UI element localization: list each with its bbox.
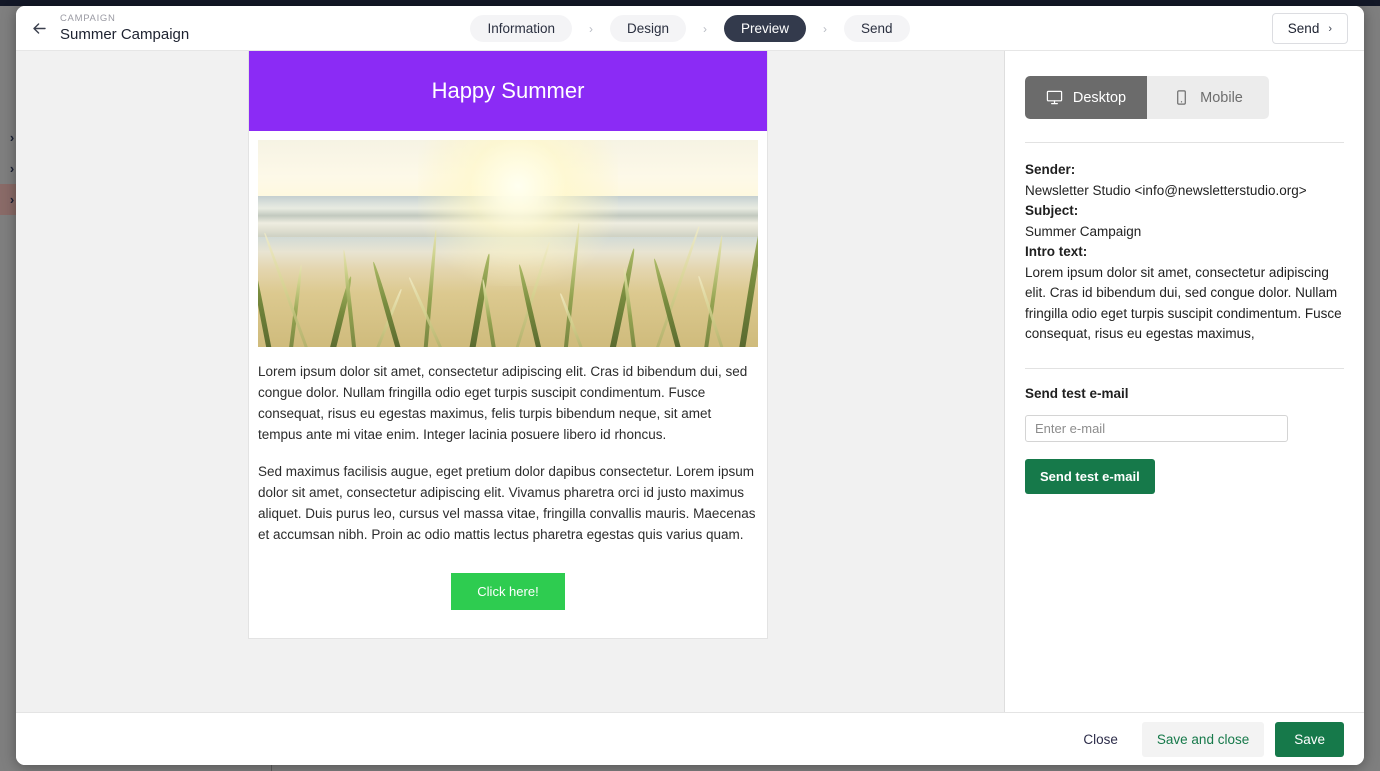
subject-value: Summer Campaign — [1025, 223, 1142, 239]
monitor-icon — [1046, 89, 1063, 106]
campaign-kicker: CAMPAIGN — [60, 13, 116, 25]
send-button-label: Send — [1287, 21, 1320, 36]
breadcrumb-separator: › — [703, 21, 708, 36]
email-body-copy: Lorem ipsum dolor sit amet, consectetur … — [249, 347, 767, 567]
chevron-right-icon: › — [1328, 22, 1332, 35]
panel-divider — [1025, 142, 1344, 143]
sender-value: Newsletter Studio <info@newsletterstudio… — [1025, 182, 1307, 198]
click-here-button[interactable]: Click here! — [451, 573, 565, 610]
email-preview-area: Happy Summer Lorem ipsum dolor sit amet,… — [16, 51, 1005, 712]
tab-send[interactable]: Send — [844, 15, 910, 42]
modal-footer: Close Save and close Save — [16, 712, 1364, 765]
email-paragraph: Sed maximus facilisis augue, eget pretiu… — [258, 464, 756, 542]
tab-preview[interactable]: Preview — [724, 15, 807, 42]
save-button[interactable]: Save — [1275, 721, 1344, 757]
email-hero-image — [258, 140, 758, 347]
email-banner-title: Happy Summer — [431, 78, 585, 103]
tab-design[interactable]: Design — [609, 15, 687, 42]
intro-text-label: Intro text: — [1025, 244, 1088, 259]
tab-information[interactable]: Information — [470, 15, 572, 42]
close-button[interactable]: Close — [1070, 723, 1131, 756]
modal-header: CAMPAIGN Summer Campaign Information › D… — [16, 6, 1364, 51]
page-title: Summer Campaign — [60, 25, 190, 43]
breadcrumb-separator: › — [588, 21, 593, 36]
email-cta-wrapper: Click here! — [249, 567, 767, 638]
preview-settings-panel: Desktop Mobile Sender: Newsletter Studio… — [1005, 51, 1364, 712]
breadcrumb-separator: › — [823, 21, 828, 36]
phone-icon — [1173, 89, 1190, 106]
device-toggle-mobile-label: Mobile — [1200, 89, 1243, 106]
breadcrumb: Information › Design › Preview › Send — [16, 6, 1364, 51]
back-arrow-icon[interactable] — [22, 11, 56, 45]
device-toggle-desktop-label: Desktop — [1072, 89, 1127, 106]
email-paragraph: Lorem ipsum dolor sit amet, consectetur … — [258, 364, 748, 442]
device-toggle-desktop[interactable]: Desktop — [1025, 76, 1147, 119]
device-toggle: Desktop Mobile — [1025, 76, 1269, 119]
email-image-wrapper — [249, 131, 767, 347]
modal-body: Happy Summer Lorem ipsum dolor sit amet,… — [16, 51, 1364, 712]
campaign-modal: CAMPAIGN Summer Campaign Information › D… — [16, 6, 1364, 765]
send-test-email-button[interactable]: Send test e-mail — [1025, 458, 1155, 494]
send-button[interactable]: Send › — [1271, 13, 1348, 44]
email-banner: Happy Summer — [249, 51, 767, 131]
device-toggle-mobile[interactable]: Mobile — [1147, 76, 1269, 119]
dune-grass — [258, 198, 758, 347]
panel-divider — [1025, 367, 1344, 369]
sender-label: Sender: — [1025, 162, 1076, 177]
send-test-title: Send test e-mail — [1025, 385, 1129, 401]
subject-label: Subject: — [1025, 203, 1079, 218]
email-canvas: Happy Summer Lorem ipsum dolor sit amet,… — [248, 51, 768, 639]
campaign-title-block: CAMPAIGN Summer Campaign — [60, 14, 189, 42]
intro-text-value: Lorem ipsum dolor sit amet, consectetur … — [1025, 264, 1342, 342]
save-and-close-button[interactable]: Save and close — [1141, 721, 1265, 757]
test-email-input[interactable] — [1025, 414, 1288, 442]
